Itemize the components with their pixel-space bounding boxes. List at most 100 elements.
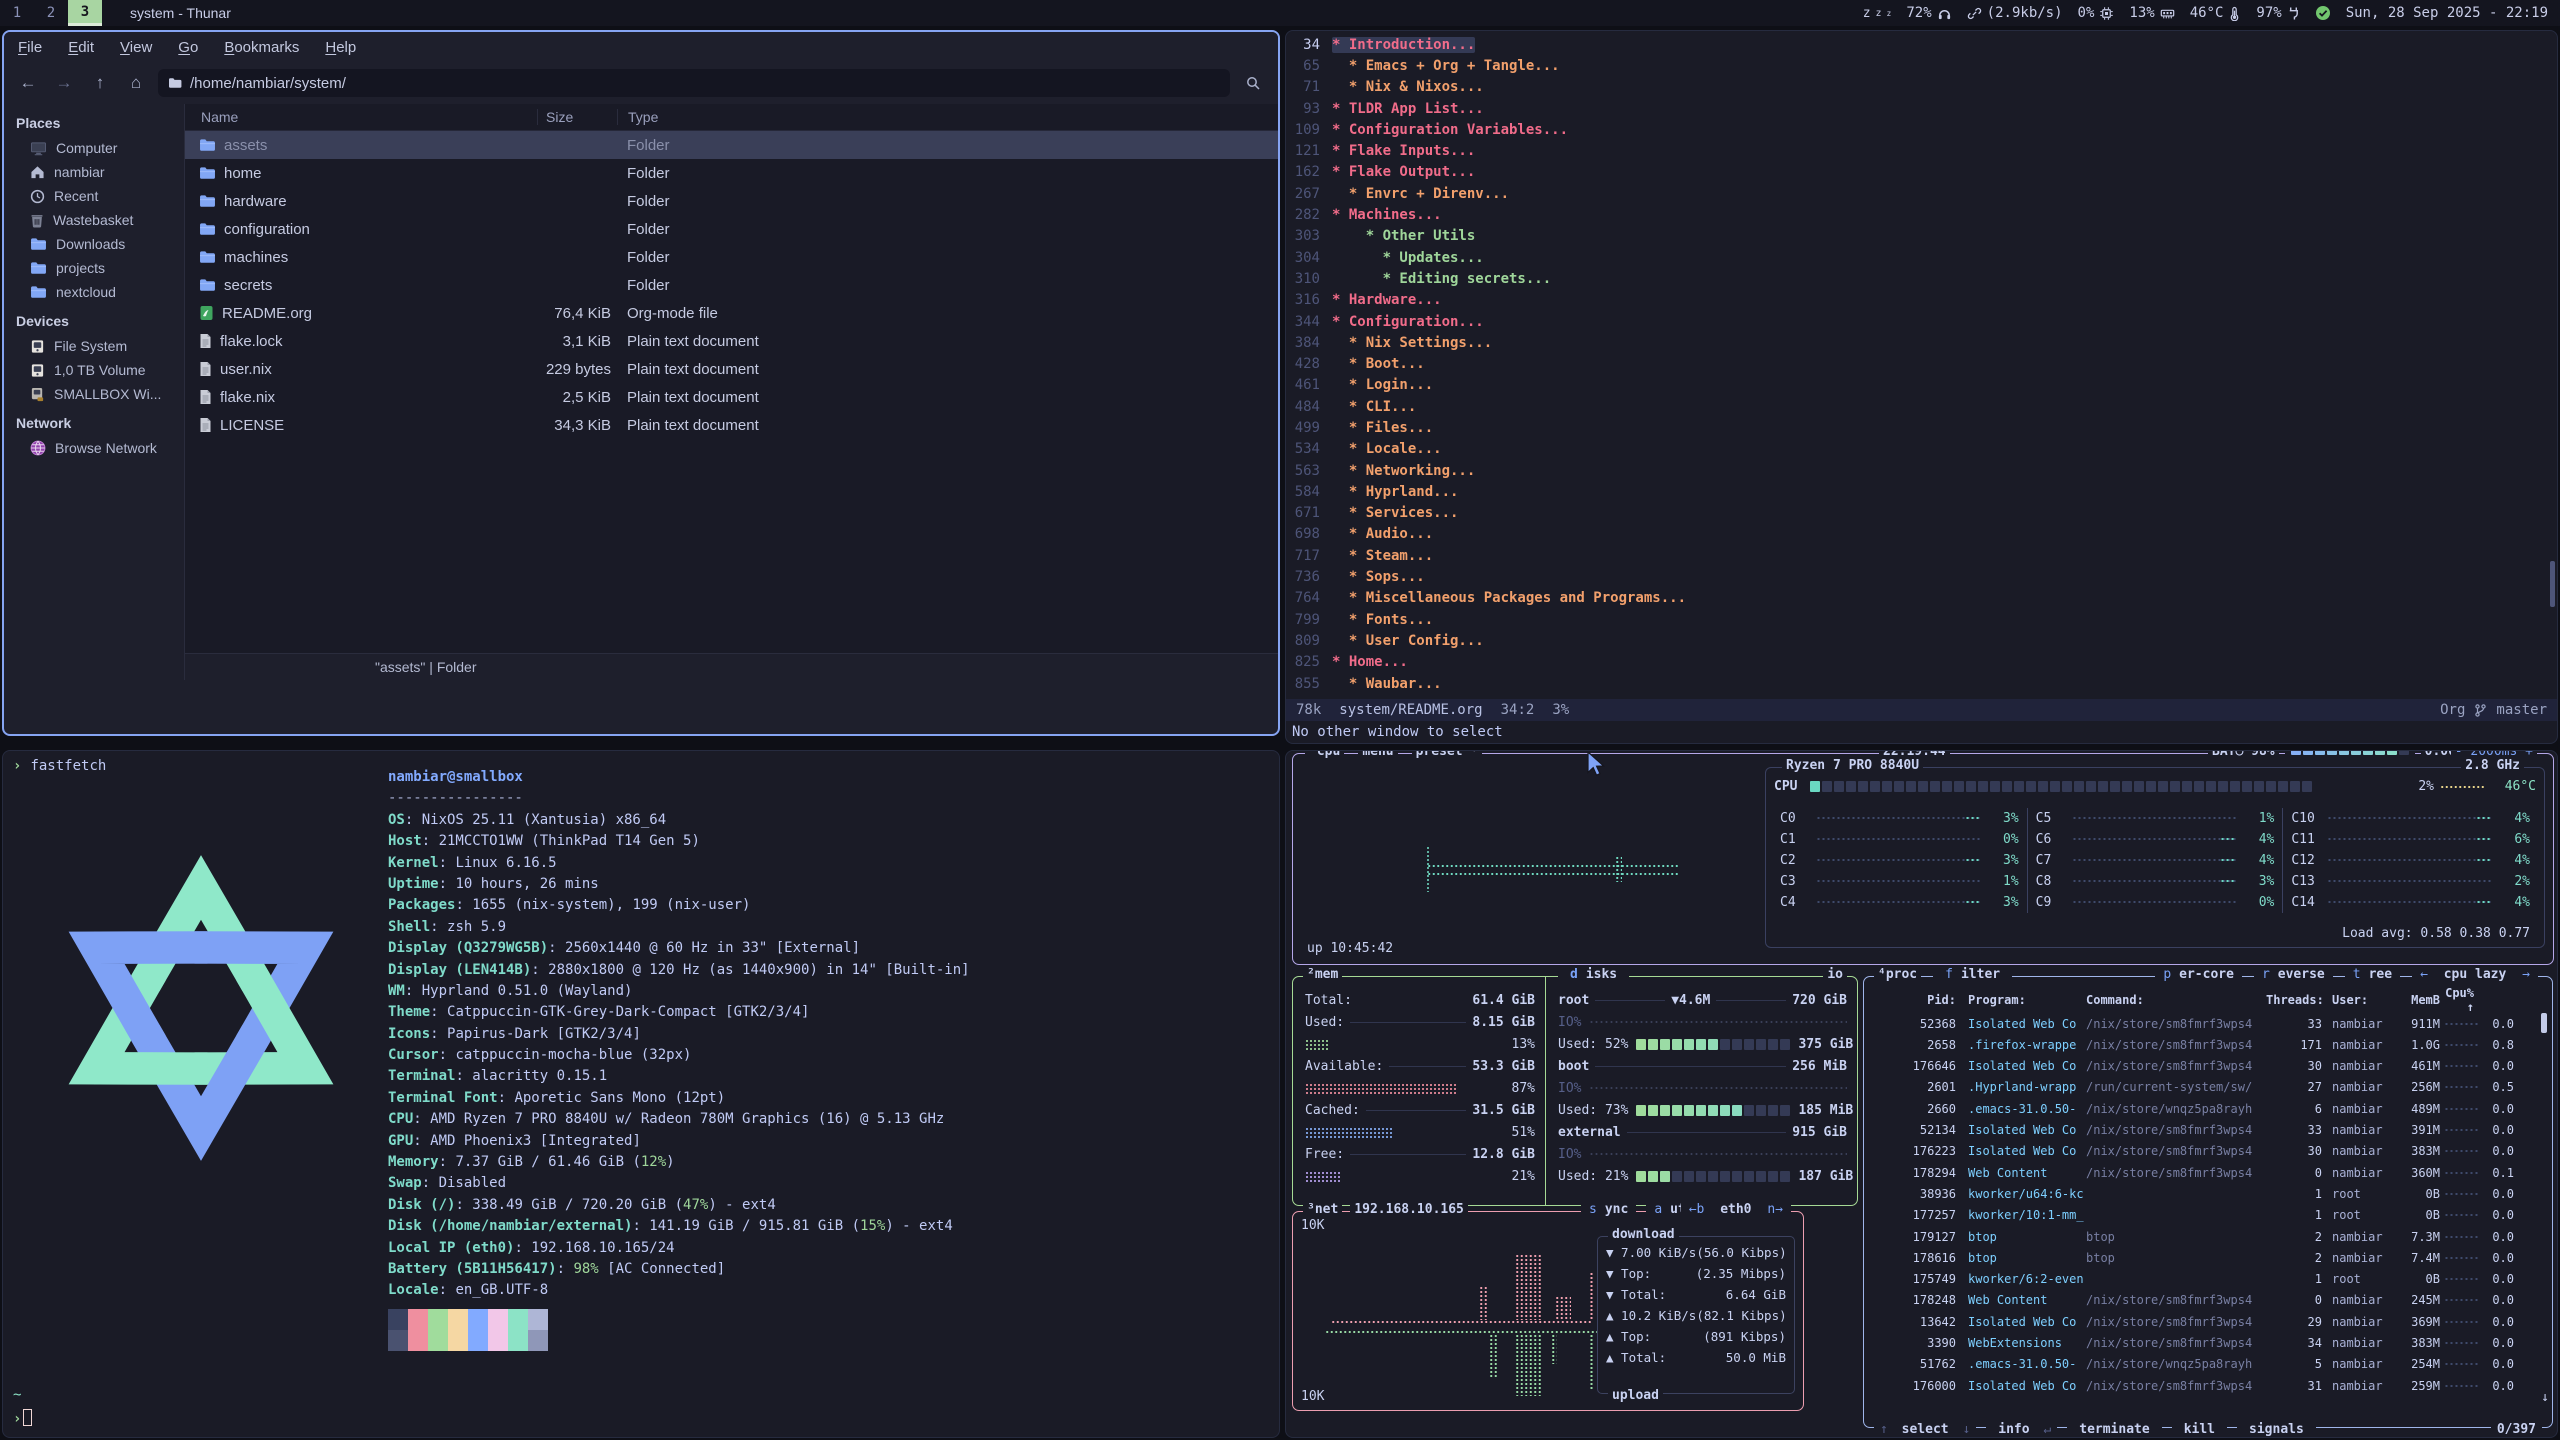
proc-row[interactable]: 179127btopbtop2nambiar7.3M0.0: [1876, 1226, 2528, 1247]
sidebar-item-recent[interactable]: Recent: [4, 184, 184, 208]
org-heading-line[interactable]: 282* Machines...: [1286, 204, 2557, 225]
org-heading-line[interactable]: 855 * Waubar...: [1286, 673, 2557, 694]
proc-header[interactable]: Pid:Program:Command:Threads:User:MemBCpu…: [1876, 989, 2528, 1010]
org-heading-line[interactable]: 121* Flake Inputs...: [1286, 140, 2557, 161]
proc-col-MemB[interactable]: MemB: [2396, 993, 2440, 1007]
org-heading-line[interactable]: 809 * User Config...: [1286, 630, 2557, 651]
org-heading-line[interactable]: 344* Configuration...: [1286, 311, 2557, 332]
home-button[interactable]: ⌂: [122, 69, 150, 97]
file-row[interactable]: homeFolder: [185, 159, 1278, 187]
option-filter[interactable]: filter: [1937, 967, 2008, 982]
network-speed[interactable]: (2.9kb/s): [1967, 5, 2063, 21]
file-list-header[interactable]: Name Size Type: [185, 104, 1278, 131]
proc-filter[interactable]: filter: [1933, 967, 2012, 982]
sidebar-item-nambiar[interactable]: nambiar: [4, 160, 184, 184]
org-heading-line[interactable]: 93* TLDR App List...: [1286, 98, 2557, 119]
option-per-core[interactable]: per-core: [2155, 967, 2242, 982]
org-heading-line[interactable]: 304 * Updates...: [1286, 247, 2557, 268]
emacs-scrollbar[interactable]: [2550, 561, 2555, 607]
status-ok[interactable]: [2315, 5, 2331, 21]
proc-col-Pid[interactable]: Pid:: [1876, 993, 1956, 1007]
org-heading-line[interactable]: 563 * Networking...: [1286, 460, 2557, 481]
org-heading-line[interactable]: 764 * Miscellaneous Packages and Program…: [1286, 588, 2557, 609]
sidebar-item-downloads[interactable]: Downloads: [4, 232, 184, 256]
proc-col-Threads[interactable]: Threads:: [2266, 993, 2322, 1007]
cpu-usage[interactable]: 0%: [2078, 5, 2115, 21]
proc-action-info[interactable]: info ↵: [1986, 1422, 2057, 1437]
disks-tab[interactable]: disks: [1558, 967, 1629, 982]
sidebar-item-1-0-tb-volume[interactable]: 1,0 TB Volume: [4, 358, 184, 382]
proc-tab[interactable]: ⁴proc: [1874, 967, 1921, 982]
proc-row[interactable]: 176223Isolated Web Co/nix/store/sm8fmrf3…: [1876, 1141, 2528, 1162]
sidebar-item-smallbox-wi-[interactable]: SMALLBOX Wi...: [4, 382, 184, 406]
proc-row[interactable]: 175749kworker/6:2-even1root0B0.0: [1876, 1269, 2528, 1290]
org-heading-line[interactable]: 799 * Fonts...: [1286, 609, 2557, 630]
sidebar-item-browse-network[interactable]: Browse Network: [4, 436, 184, 460]
file-row[interactable]: assetsFolder: [185, 131, 1278, 159]
proc-row[interactable]: 178616btopbtop2nambiar7.4M0.0: [1876, 1247, 2528, 1268]
sidebar-item-projects[interactable]: projects: [4, 256, 184, 280]
org-heading-line[interactable]: 428 * Boot...: [1286, 353, 2557, 374]
file-row[interactable]: secretsFolder: [185, 271, 1278, 299]
org-heading-line[interactable]: 499 * Files...: [1286, 417, 2557, 438]
option-tree[interactable]: tree: [2345, 967, 2400, 982]
org-heading-line[interactable]: 671 * Services...: [1286, 503, 2557, 524]
proc-row[interactable]: 176000Isolated Web Co/nix/store/sm8fmrf3…: [1876, 1375, 2528, 1396]
org-heading-line[interactable]: 461 * Login...: [1286, 375, 2557, 396]
memory-usage[interactable]: 13%: [2129, 5, 2174, 21]
file-row[interactable]: README.org76,4 KiBOrg-mode file: [185, 299, 1278, 327]
proc-col-Cpu%[interactable]: Cpu% ↑: [2440, 986, 2474, 1014]
proc-row[interactable]: 2601.Hyprland-wrapp/run/current-system/s…: [1876, 1077, 2528, 1098]
net-interface[interactable]: ←b eth0 n→: [1681, 1202, 1791, 1217]
proc-row[interactable]: 52134Isolated Web Co/nix/store/sm8fmrf3w…: [1876, 1120, 2528, 1141]
proc-action-select[interactable]: ↑ select ↓: [1874, 1422, 1976, 1437]
cpu-tab-0[interactable]: ¹cpu: [1305, 750, 1344, 759]
file-row[interactable]: flake.lock3,1 KiBPlain text document: [185, 327, 1278, 355]
proc-row[interactable]: 52368Isolated Web Co/nix/store/sm8fmrf3w…: [1876, 1013, 2528, 1034]
workspace-3[interactable]: 3: [68, 0, 102, 26]
cpu-tab-2[interactable]: preset *: [1412, 750, 1483, 759]
io-tab[interactable]: io: [1823, 967, 1847, 982]
volume[interactable]: 72%: [1906, 5, 1951, 21]
proc-scrollbar[interactable]: [2541, 1013, 2547, 1033]
proc-row[interactable]: 13642Isolated Web Co/nix/store/sm8fmrf3w…: [1876, 1311, 2528, 1332]
org-heading-line[interactable]: 316* Hardware...: [1286, 290, 2557, 311]
org-heading-line[interactable]: 34* Introduction...: [1286, 34, 2557, 55]
cpu-tab-1[interactable]: menu: [1358, 750, 1397, 759]
menu-edit[interactable]: Edit: [68, 39, 94, 56]
proc-row[interactable]: 2660.emacs-31.0.50-/nix/store/wnqz5pa8ra…: [1876, 1098, 2528, 1119]
forward-button[interactable]: →: [50, 69, 78, 97]
workspace-2[interactable]: 2: [34, 0, 68, 26]
file-row[interactable]: LICENSE34,3 KiBPlain text document: [185, 411, 1278, 439]
battery[interactable]: 97%: [2256, 5, 2299, 21]
org-heading-line[interactable]: 484 * CLI...: [1286, 396, 2557, 417]
search-button[interactable]: [1238, 69, 1268, 97]
proc-row[interactable]: 178248Web Content/nix/store/sm8fmrf3wps4…: [1876, 1290, 2528, 1311]
clock[interactable]: Sun, 28 Sep 2025 - 22:19: [2346, 5, 2548, 21]
major-mode[interactable]: Org: [2440, 702, 2465, 718]
proc-action-terminate[interactable]: terminate: [2067, 1422, 2161, 1437]
menu-file[interactable]: File: [18, 39, 42, 56]
org-heading-line[interactable]: 825* Home...: [1286, 652, 2557, 673]
proc-row[interactable]: 177257kworker/10:1-mm_1root0B0.0: [1876, 1205, 2528, 1226]
sidebar-item-computer[interactable]: Computer: [4, 136, 184, 160]
org-heading-line[interactable]: 303 * Other Utils: [1286, 226, 2557, 247]
proc-row[interactable]: 38936kworker/u64:6-kc1root0B0.0: [1876, 1183, 2528, 1204]
file-row[interactable]: configurationFolder: [185, 215, 1278, 243]
proc-action-signals[interactable]: signals: [2237, 1422, 2316, 1437]
org-heading-line[interactable]: 65 * Emacs + Org + Tangle...: [1286, 55, 2557, 76]
file-row[interactable]: machinesFolder: [185, 243, 1278, 271]
proc-cpu-mode[interactable]: ← cpu lazy →: [2412, 967, 2538, 982]
org-heading-line[interactable]: 534 * Locale...: [1286, 439, 2557, 460]
org-heading-line[interactable]: 310 * Editing secrets...: [1286, 268, 2557, 289]
sidebar-item-wastebasket[interactable]: Wastebasket: [4, 208, 184, 232]
git-branch[interactable]: master: [2496, 702, 2547, 718]
proc-row[interactable]: 178294Web Content/nix/store/sm8fmrf3wps4…: [1876, 1162, 2528, 1183]
file-row[interactable]: hardwareFolder: [185, 187, 1278, 215]
menu-bookmarks[interactable]: Bookmarks: [224, 39, 299, 56]
menu-help[interactable]: Help: [325, 39, 356, 56]
file-row[interactable]: user.nix229 bytesPlain text document: [185, 355, 1278, 383]
temperature[interactable]: 46°C: [2190, 5, 2242, 21]
menu-view[interactable]: View: [120, 39, 152, 56]
org-heading-line[interactable]: 384 * Nix Settings...: [1286, 332, 2557, 353]
